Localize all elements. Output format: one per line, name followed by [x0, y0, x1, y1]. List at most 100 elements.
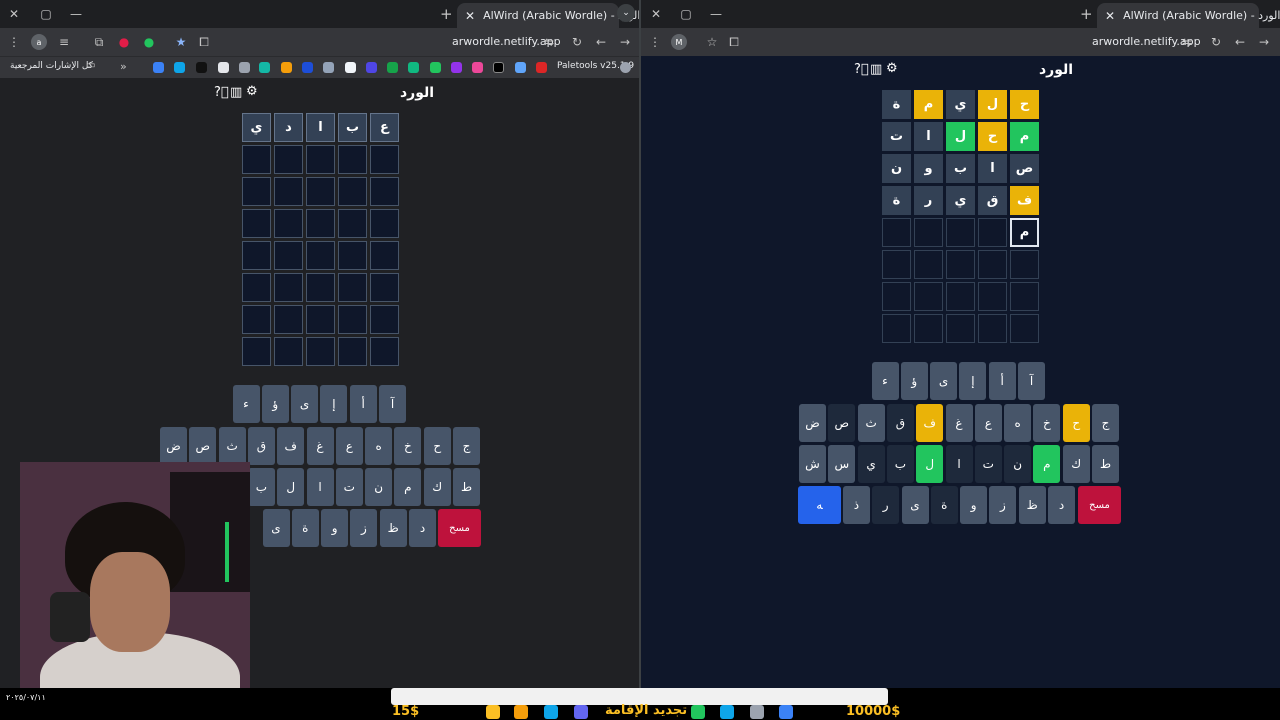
key-2[interactable]: أ [349, 385, 377, 423]
key-4[interactable]: و [960, 486, 988, 524]
key-9[interactable]: ث [857, 404, 885, 442]
settings-gear-icon[interactable] [750, 705, 764, 719]
bookmark-icon[interactable] [196, 62, 207, 73]
key-10[interactable]: ص [189, 427, 217, 465]
close-tab-icon[interactable]: ✕ [1105, 9, 1115, 23]
bookmark-icon[interactable] [366, 62, 377, 73]
key-11[interactable]: ش [799, 445, 826, 483]
key-5[interactable]: ؤ [900, 362, 928, 400]
maximize-icon[interactable]: ▢ [678, 6, 694, 22]
key-1[interactable]: آ [379, 385, 406, 423]
windows-start-icon[interactable] [779, 705, 793, 719]
minimize-icon[interactable]: — [708, 6, 724, 22]
enter-key[interactable]: ﻪ [798, 486, 841, 524]
site-settings-icon[interactable]: ⇋ [541, 34, 557, 50]
key-4[interactable]: ى [930, 362, 958, 400]
key-8[interactable]: ب [886, 445, 914, 483]
key-4[interactable]: ى [291, 385, 319, 423]
key-5[interactable]: ع [974, 404, 1002, 442]
bookmark-star-icon[interactable]: ☆ [704, 34, 720, 50]
reload-icon[interactable]: ↻ [569, 34, 585, 50]
bookmark-star-icon[interactable]: ★ [173, 34, 189, 50]
stats-icon[interactable]: ▥ [870, 62, 882, 77]
all-bookmarks-link[interactable]: كل الإشارات المرجعية [10, 61, 93, 71]
back-icon[interactable]: → [1256, 34, 1272, 50]
key-7[interactable]: ل [277, 468, 305, 506]
key-3[interactable]: م [1033, 445, 1061, 483]
key-2[interactable]: ظ [1018, 486, 1046, 524]
bookmark-icon[interactable] [345, 62, 356, 73]
folder-icon[interactable] [514, 705, 528, 719]
key-3[interactable]: خ [394, 427, 422, 465]
help-icon[interactable]: ?⃝ [854, 62, 869, 77]
key-2[interactable]: ك [1062, 445, 1090, 483]
settings-gear-icon[interactable]: ⚙ [246, 84, 258, 99]
key-7[interactable]: ف [916, 404, 944, 442]
key-8[interactable]: ق [247, 427, 275, 465]
delete-key[interactable]: مسح [1078, 486, 1121, 524]
chrome-icon[interactable] [486, 705, 500, 719]
key-9[interactable]: ث [218, 427, 246, 465]
key-6[interactable]: ى [262, 509, 290, 547]
bookmark-icon[interactable] [430, 62, 441, 73]
back-icon[interactable]: → [617, 34, 633, 50]
profile-avatar[interactable]: a [31, 34, 47, 50]
ublock-icon[interactable]: ● [116, 34, 132, 50]
bookmark-icon[interactable] [302, 62, 313, 73]
key-7[interactable]: ر [872, 486, 900, 524]
key-3[interactable]: ز [350, 509, 378, 547]
key-2[interactable]: أ [988, 362, 1016, 400]
bookmark-icon[interactable] [281, 62, 292, 73]
key-10[interactable]: س [828, 445, 856, 483]
tab-alwird[interactable]: ✕ AlWird (Arabic Wordle) - الورد 3 [457, 3, 639, 28]
key-5[interactable]: ة [930, 486, 958, 524]
forward-icon[interactable]: ← [1232, 34, 1248, 50]
cast-icon[interactable]: ⧠ [726, 34, 742, 50]
delete-key[interactable]: مسح [438, 509, 481, 547]
key-1[interactable]: ط [453, 468, 480, 506]
reading-list-icon[interactable]: ≡ [56, 34, 72, 50]
edge-icon[interactable] [544, 705, 558, 719]
cast-icon[interactable]: ⧠ [196, 34, 212, 50]
key-2[interactable]: ح [1062, 404, 1090, 442]
key-6[interactable]: ء [871, 362, 899, 400]
key-3[interactable]: ز [989, 486, 1017, 524]
menu-dots-icon[interactable]: ⋮ [6, 34, 22, 50]
key-4[interactable]: و [321, 509, 349, 547]
key-7[interactable]: ف [277, 427, 305, 465]
key-8[interactable]: ق [886, 404, 914, 442]
profile-avatar[interactable]: M [671, 34, 687, 50]
new-tab-icon[interactable]: + [1080, 5, 1093, 23]
key-2[interactable]: ظ [379, 509, 407, 547]
bookmark-icon[interactable] [387, 62, 398, 73]
translate-icon[interactable] [515, 62, 526, 73]
menu-dots-icon[interactable]: ⋮ [647, 34, 663, 50]
key-4[interactable]: ن [365, 468, 393, 506]
key-1[interactable]: آ [1018, 362, 1045, 400]
key-6[interactable]: ء [232, 385, 260, 423]
key-1[interactable]: ج [453, 427, 480, 465]
key-5[interactable]: ة [291, 509, 319, 547]
key-1[interactable]: ج [1092, 404, 1119, 442]
discord-icon[interactable] [574, 705, 588, 719]
key-1[interactable]: د [1048, 486, 1075, 524]
bookmark-icon[interactable] [323, 62, 334, 73]
site-settings-icon[interactable]: ⇋ [1179, 34, 1195, 50]
key-6[interactable]: غ [945, 404, 973, 442]
instagram-icon[interactable] [472, 62, 483, 73]
x-icon[interactable] [493, 62, 504, 73]
chrome-icon[interactable] [691, 705, 705, 719]
stats-icon[interactable]: ▥ [230, 85, 242, 100]
bookmark-icon[interactable] [239, 62, 250, 73]
key-7[interactable]: ل [916, 445, 944, 483]
key-8[interactable]: ذ [842, 486, 870, 524]
key-2[interactable]: ك [423, 468, 451, 506]
tab-alwird[interactable]: ✕ AlWird (Arabic Wordle) - الورد 3 [1097, 3, 1280, 28]
close-tab-icon[interactable]: ✕ [465, 9, 475, 23]
key-10[interactable]: ص [828, 404, 856, 442]
key-8[interactable]: ب [247, 468, 275, 506]
bookmark-icon[interactable] [218, 62, 229, 73]
more-bookmarks-icon[interactable]: » [120, 60, 127, 73]
key-3[interactable]: خ [1033, 404, 1061, 442]
key-1[interactable]: ط [1092, 445, 1119, 483]
